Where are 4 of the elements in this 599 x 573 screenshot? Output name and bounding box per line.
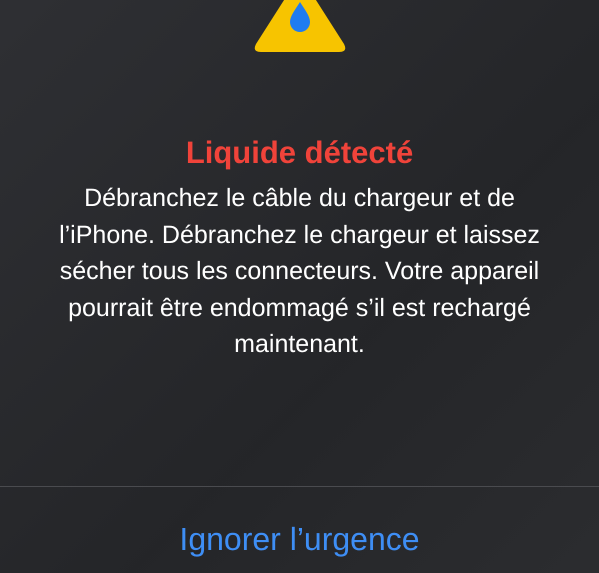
ignore-button[interactable]: Ignorer l’urgence [179,517,420,561]
liquid-warning-icon [252,0,346,53]
alert-message: Débranchez le câble du chargeur et de l’iPhone. Débranchez le chargeur et laissez sécher tous les connecteurs. Votre appareil pourrait être endommagé s’il est rechargé maintenant. [58,183,541,360]
alert-title: Liquide détecté [186,134,414,172]
